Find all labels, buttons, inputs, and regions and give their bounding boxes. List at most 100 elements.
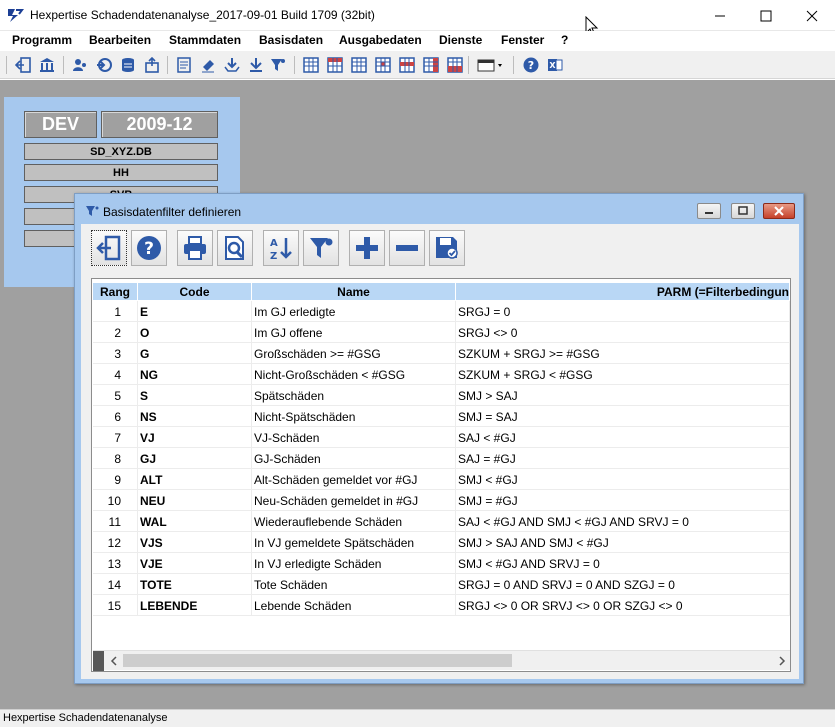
horizontal-scrollbar[interactable]	[93, 650, 790, 671]
delete-row-button[interactable]	[389, 230, 425, 266]
cell-name[interactable]: Nicht-Großschäden < #GSG	[252, 364, 456, 385]
cell-code[interactable]: VJ	[138, 427, 252, 448]
dialog-minimize-button[interactable]	[697, 203, 721, 219]
users-button[interactable]	[70, 55, 90, 75]
print-button[interactable]	[177, 230, 213, 266]
cell-code[interactable]: ALT	[138, 469, 252, 490]
table-row[interactable]: 6 NS Nicht-Spätschäden SMJ = SAJ	[93, 406, 790, 427]
table-row[interactable]: 13 VJE In VJ erledigte Schäden SMJ < #GJ AN…	[93, 553, 790, 574]
window-layout-dropdown[interactable]	[476, 55, 504, 75]
cell-name[interactable]: In VJ gemeldete Spätschäden	[252, 532, 456, 553]
close-button[interactable]	[789, 0, 835, 31]
cell-parm[interactable]: SMJ > SAJ AND SMJ < #GJ	[456, 532, 790, 553]
cell-code[interactable]: VJS	[138, 532, 252, 553]
cell-code[interactable]: G	[138, 343, 252, 364]
cell-rang[interactable]: 7	[93, 427, 138, 448]
cell-code[interactable]: WAL	[138, 511, 252, 532]
institution-button[interactable]	[37, 55, 57, 75]
dialog-close-button[interactable]	[763, 203, 795, 219]
cell-rang[interactable]: 8	[93, 448, 138, 469]
cell-code[interactable]: LEBENDE	[138, 595, 252, 616]
import-button[interactable]	[94, 55, 114, 75]
cell-parm[interactable]: SRGJ = 0 AND SRVJ = 0 AND SZGJ = 0	[456, 574, 790, 595]
filter-button[interactable]	[303, 230, 339, 266]
cell-rang[interactable]: 9	[93, 469, 138, 490]
table-row[interactable]: 12 VJS In VJ gemeldete Spätschäden SMJ > SA…	[93, 532, 790, 553]
table-row[interactable]: 1 E Im GJ erledigte SRGJ = 0	[93, 301, 790, 322]
download-button[interactable]	[246, 55, 266, 75]
grid-view-1-button[interactable]	[301, 55, 321, 75]
cell-name[interactable]: Im GJ offene	[252, 322, 456, 343]
menu-ausgabedaten[interactable]: Ausgabedaten	[339, 33, 422, 47]
maximize-button[interactable]	[743, 0, 789, 31]
grid-view-7-button[interactable]	[445, 55, 465, 75]
database-button[interactable]	[118, 55, 138, 75]
cell-parm[interactable]: SMJ < #GJ	[456, 469, 790, 490]
cell-code[interactable]: E	[138, 301, 252, 322]
table-row[interactable]: 7 VJ VJ-Schäden SAJ < #GJ	[93, 427, 790, 448]
close-dialog-button[interactable]	[91, 230, 127, 266]
cell-name[interactable]: Im GJ erledigte	[252, 301, 456, 322]
cell-code[interactable]: GJ	[138, 448, 252, 469]
cell-rang[interactable]: 6	[93, 406, 138, 427]
cell-parm[interactable]: SZKUM + SRGJ >= #GSG	[456, 343, 790, 364]
cell-code[interactable]: O	[138, 322, 252, 343]
menu-bearbeiten[interactable]: Bearbeiten	[89, 33, 151, 47]
grid-view-2-button[interactable]	[325, 55, 345, 75]
eraser-button[interactable]	[198, 55, 218, 75]
column-header-name[interactable]: Name	[252, 283, 456, 300]
cell-parm[interactable]: SMJ = SAJ	[456, 406, 790, 427]
table-row[interactable]: 14 TOTE Tote Schäden SRGJ = 0 AND SRVJ = 0 …	[93, 574, 790, 595]
print-preview-button[interactable]	[217, 230, 253, 266]
table-row[interactable]: 2 O Im GJ offene SRGJ <> 0	[93, 322, 790, 343]
cell-parm[interactable]: SMJ > SAJ	[456, 385, 790, 406]
add-row-button[interactable]	[349, 230, 385, 266]
cell-rang[interactable]: 5	[93, 385, 138, 406]
cell-name[interactable]: Großschäden >= #GSG	[252, 343, 456, 364]
cell-code[interactable]: TOTE	[138, 574, 252, 595]
menu-programm[interactable]: Programm	[12, 33, 72, 47]
cell-code[interactable]: NG	[138, 364, 252, 385]
table-row[interactable]: 15 LEBENDE Lebende Schäden SRGJ <> 0 OR SRV…	[93, 595, 790, 616]
load-button[interactable]	[222, 55, 242, 75]
cell-name[interactable]: Lebende Schäden	[252, 595, 456, 616]
cell-parm[interactable]: SAJ < #GJ AND SMJ < #GJ AND SRVJ = 0	[456, 511, 790, 532]
table-row[interactable]: 5 S Spätschäden SMJ > SAJ	[93, 385, 790, 406]
cell-code[interactable]: VJE	[138, 553, 252, 574]
menu-stammdaten[interactable]: Stammdaten	[169, 33, 241, 47]
cell-rang[interactable]: 12	[93, 532, 138, 553]
cell-name[interactable]: Nicht-Spätschäden	[252, 406, 456, 427]
scroll-right-button[interactable]	[773, 651, 790, 671]
sort-button[interactable]: AZ	[263, 230, 299, 266]
dialog-maximize-button[interactable]	[731, 203, 755, 219]
table-row[interactable]: 10 NEU Neu-Schäden gemeldet in #GJ SMJ = #G…	[93, 490, 790, 511]
cell-parm[interactable]: SMJ = #GJ	[456, 490, 790, 511]
cell-name[interactable]: GJ-Schäden	[252, 448, 456, 469]
cell-name[interactable]: Wiederauflebende Schäden	[252, 511, 456, 532]
cell-parm[interactable]: SRGJ <> 0 OR SRVJ <> 0 OR SZGJ <> 0	[456, 595, 790, 616]
cell-rang[interactable]: 10	[93, 490, 138, 511]
table-row[interactable]: 8 GJ GJ-Schäden SAJ = #GJ	[93, 448, 790, 469]
cell-rang[interactable]: 1	[93, 301, 138, 322]
cell-name[interactable]: In VJ erledigte Schäden	[252, 553, 456, 574]
cell-parm[interactable]: SAJ < #GJ	[456, 427, 790, 448]
cell-parm[interactable]: SRGJ = 0	[456, 301, 790, 322]
table-row[interactable]: 11 WAL Wiederauflebende Schäden SAJ < #GJ A…	[93, 511, 790, 532]
exit-button[interactable]	[13, 55, 33, 75]
filter-button[interactable]	[268, 55, 288, 75]
menu-basisdaten[interactable]: Basisdaten	[259, 33, 323, 47]
cell-name[interactable]: Tote Schäden	[252, 574, 456, 595]
column-header-rang[interactable]: Rang	[93, 283, 138, 300]
cell-parm[interactable]: SRGJ <> 0	[456, 322, 790, 343]
cell-parm[interactable]: SZKUM + SRGJ < #GSG	[456, 364, 790, 385]
cell-rang[interactable]: 13	[93, 553, 138, 574]
cell-name[interactable]: VJ-Schäden	[252, 427, 456, 448]
cell-rang[interactable]: 15	[93, 595, 138, 616]
menu-dienste[interactable]: Dienste	[439, 33, 482, 47]
table-row[interactable]: 9 ALT Alt-Schäden gemeldet vor #GJ SMJ < #G…	[93, 469, 790, 490]
cell-rang[interactable]: 11	[93, 511, 138, 532]
excel-export-button[interactable]: X	[545, 55, 565, 75]
cell-name[interactable]: Alt-Schäden gemeldet vor #GJ	[252, 469, 456, 490]
export-button[interactable]	[142, 55, 162, 75]
cell-code[interactable]: NS	[138, 406, 252, 427]
